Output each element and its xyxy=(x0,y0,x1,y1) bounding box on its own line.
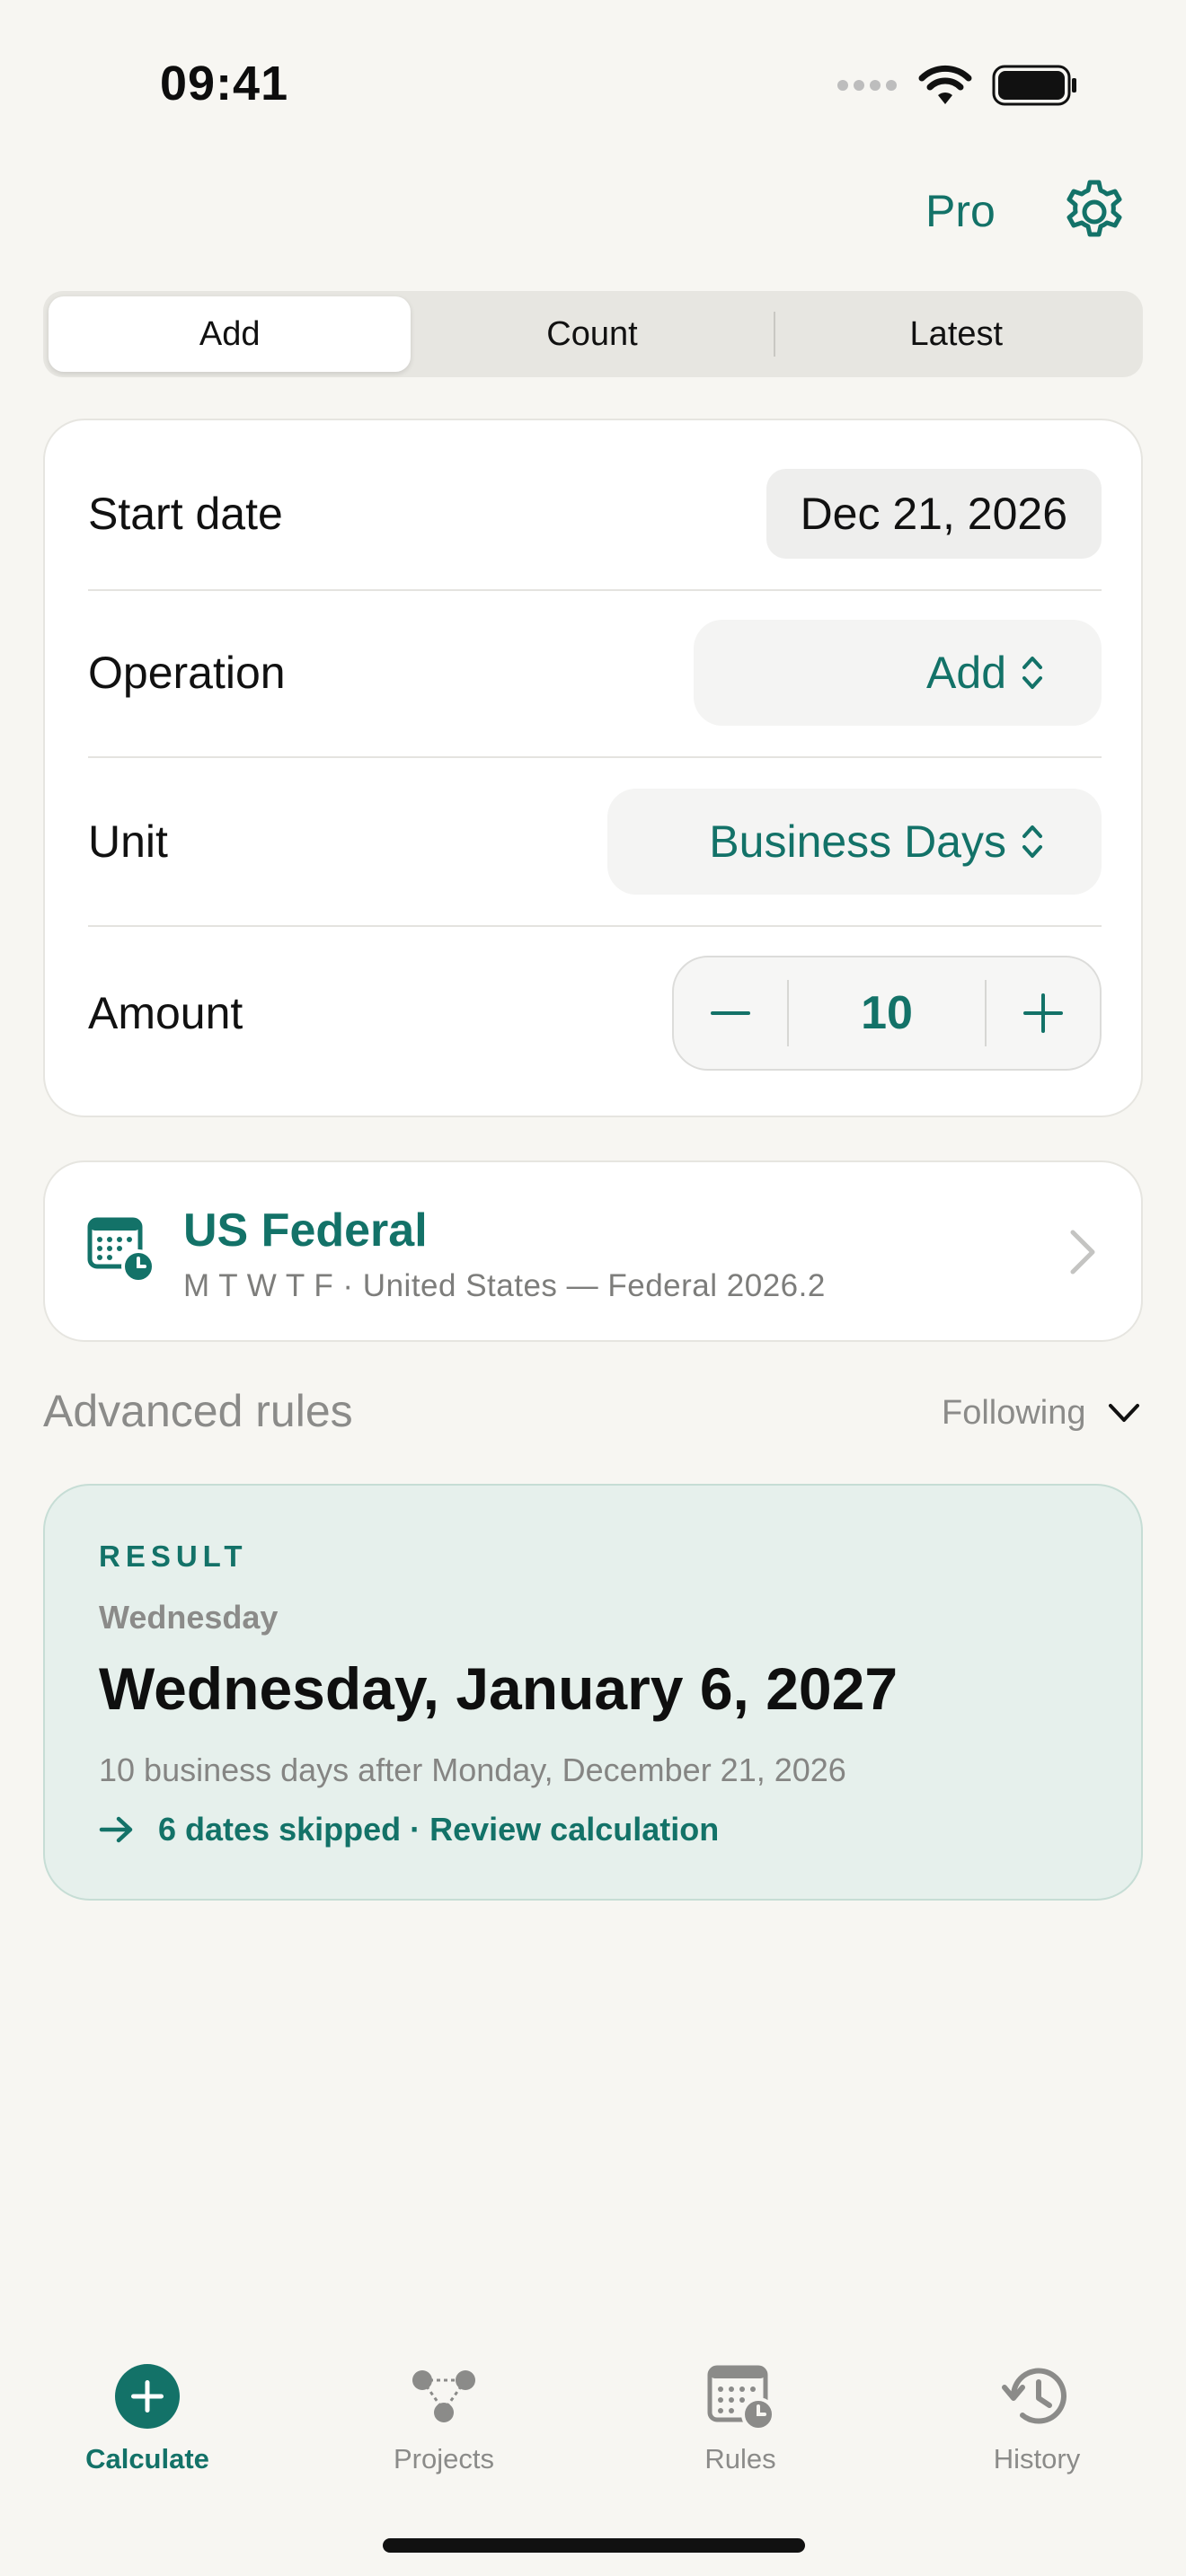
projects-graph-icon xyxy=(412,2370,475,2422)
advanced-rules-mode[interactable]: Following xyxy=(942,1394,1086,1433)
row-divider xyxy=(88,756,1102,758)
input-form-card: Start date Dec 21, 2026 Operation Add Un… xyxy=(43,419,1143,1117)
unit-label: Unit xyxy=(88,816,168,867)
result-description: 10 business days after Monday, December … xyxy=(99,1751,846,1788)
result-date: Wednesday, January 6, 2027 xyxy=(99,1655,898,1722)
advanced-rules-label: Advanced rules xyxy=(43,1386,353,1436)
tab-projects-label: Projects xyxy=(394,2443,494,2475)
operation-value: Add xyxy=(926,648,1006,698)
cellular-signal-icon xyxy=(837,80,897,91)
amount-label: Amount xyxy=(88,988,243,1038)
segment-latest[interactable]: Latest xyxy=(775,296,1137,372)
wifi-icon xyxy=(918,65,972,104)
calendar-clock-icon xyxy=(707,2365,775,2431)
row-divider xyxy=(88,925,1102,927)
history-clock-icon xyxy=(1002,2368,1067,2424)
settings-gear-icon[interactable] xyxy=(1060,178,1128,246)
calendar-rule-subtitle: M T W T F · United States — Federal 2026… xyxy=(183,1268,826,1303)
chevron-down-icon[interactable] xyxy=(1107,1399,1141,1426)
tab-rules-label: Rules xyxy=(704,2443,776,2475)
status-icons xyxy=(836,65,1078,106)
operation-row: Operation Add xyxy=(88,620,1102,726)
segment-count[interactable]: Count xyxy=(411,296,773,372)
segment-add[interactable]: Add xyxy=(49,296,412,372)
plus-circle-icon xyxy=(115,2364,180,2429)
mode-segmented-control: Add Count Latest xyxy=(43,291,1143,377)
calendar-rule-title: US Federal xyxy=(183,1204,428,1257)
decrement-button[interactable] xyxy=(674,957,787,1069)
review-calculation-link[interactable]: 6 dates skipped · Review calculation xyxy=(99,1811,719,1848)
unit-picker[interactable]: Business Days xyxy=(607,789,1102,895)
calculate-screen: 09:41 Pro Add Count Latest Start date De… xyxy=(0,0,1186,2576)
plus-icon xyxy=(1023,993,1063,1033)
minus-icon xyxy=(711,1011,750,1015)
unit-row: Unit Business Days xyxy=(88,789,1102,895)
tab-calculate-label: Calculate xyxy=(85,2443,209,2475)
status-time: 09:41 xyxy=(160,57,289,110)
chevron-right-icon xyxy=(1070,1230,1095,1275)
result-weekday: Wednesday xyxy=(99,1599,279,1636)
tab-history-label: History xyxy=(993,2443,1081,2475)
pro-button[interactable]: Pro xyxy=(925,185,996,237)
amount-stepper: 10 xyxy=(672,956,1102,1071)
tab-history[interactable]: History xyxy=(947,2360,1127,2475)
result-heading: RESULT xyxy=(99,1539,248,1573)
unit-value: Business Days xyxy=(709,816,1006,867)
battery-icon xyxy=(992,65,1076,106)
home-indicator xyxy=(383,2538,805,2553)
calendar-clock-icon xyxy=(87,1217,155,1284)
tab-calculate[interactable]: Calculate xyxy=(58,2360,237,2475)
start-date-label: Start date xyxy=(88,489,283,539)
amount-value[interactable]: 10 xyxy=(789,986,985,1040)
start-date-row: Start date Dec 21, 2026 xyxy=(88,467,1102,560)
operation-picker[interactable]: Add xyxy=(694,620,1102,726)
result-card: RESULT Wednesday Wednesday, January 6, 2… xyxy=(43,1484,1143,1901)
row-divider xyxy=(88,589,1102,591)
operation-label: Operation xyxy=(88,648,286,698)
chevron-updown-icon xyxy=(1022,825,1042,858)
tab-projects[interactable]: Projects xyxy=(354,2360,534,2475)
calendar-rule-card[interactable]: US Federal M T W T F · United States — F… xyxy=(43,1160,1143,1342)
amount-row: Amount 10 xyxy=(88,956,1102,1071)
tab-rules[interactable]: Rules xyxy=(651,2360,830,2475)
arrow-right-icon xyxy=(99,1816,133,1843)
review-calculation-label: 6 dates skipped · Review calculation xyxy=(158,1811,720,1848)
chevron-updown-icon xyxy=(1022,657,1042,689)
increment-button[interactable] xyxy=(987,957,1100,1069)
start-date-picker[interactable]: Dec 21, 2026 xyxy=(766,469,1102,559)
